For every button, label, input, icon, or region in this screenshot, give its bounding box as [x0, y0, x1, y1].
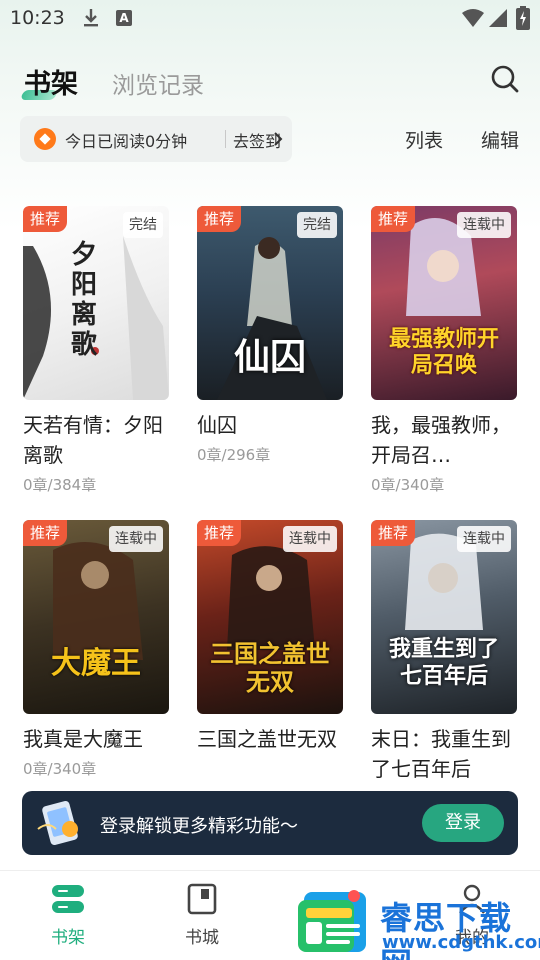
book-cover[interactable]: 大魔王 推荐 连载中 [23, 520, 169, 714]
cover-title-text: 仙囚 [233, 336, 306, 378]
banner-text: 登录解锁更多精彩功能～ [100, 816, 298, 837]
book-chapters: 0章/296章 [197, 446, 271, 464]
edit-button[interactable]: 编辑 [481, 126, 519, 153]
book-cover[interactable]: 夕阳离歌 推荐 完结 [23, 206, 169, 400]
recommend-tag: 推荐 [23, 206, 68, 232]
cover-title-text: 三国之盖世无双 [210, 639, 330, 696]
book-cover[interactable]: 最强教师开局召唤 推荐 连载中 [371, 206, 517, 400]
battery-icon [516, 6, 530, 30]
list-view-button[interactable]: 列表 [405, 126, 443, 153]
status-bar: 10:23 A [0, 0, 540, 38]
bookstore-icon [187, 883, 217, 915]
tab-bookshelf[interactable]: 书架 [24, 62, 78, 101]
app-notification-icon: A [116, 10, 132, 26]
recommend-tag: 推荐 [371, 520, 416, 546]
watermark-url: www.cdgthk.com [382, 932, 540, 953]
chevron-right-icon [274, 132, 283, 146]
signal-icon [489, 9, 507, 27]
shelf-header: 书架 浏览记录 [0, 56, 540, 106]
book-title: 仙囚 [197, 413, 237, 437]
status-badge: 连载中 [283, 526, 337, 552]
book-chapters: 0章/340章 [23, 760, 97, 778]
book-card[interactable]: 三国之盖世无双 推荐 连载中 三国之盖世无双 [197, 520, 343, 758]
nav-label-bookshelf: 书架 [51, 928, 85, 948]
nav-label-bookstore: 书城 [185, 928, 219, 948]
reward-coin-icon [34, 128, 56, 150]
reading-time-bar: 今日已阅读0分钟 去签到 [20, 116, 292, 162]
recommend-tag: 推荐 [197, 206, 242, 232]
reading-time-text: 今日已阅读0分钟 [65, 132, 188, 151]
cover-title-text: 我重生到了七百年后 [388, 636, 499, 689]
status-time: 10:23 [10, 7, 65, 29]
status-badge: 连载中 [457, 212, 511, 238]
book-cover[interactable]: 仙囚 推荐 完结 [197, 206, 343, 400]
book-card[interactable]: 仙囚 推荐 完结 仙囚 0章/296章 [197, 206, 343, 465]
nav-item-bookshelf[interactable]: 书架 [28, 883, 108, 948]
recommend-tag: 推荐 [197, 520, 242, 546]
login-promo-banner[interactable]: 登录解锁更多精彩功能～ 登录 [22, 791, 518, 855]
tab-browse-history[interactable]: 浏览记录 [112, 66, 204, 100]
book-chapters: 0章/340章 [371, 476, 445, 494]
cover-title-text: 夕阳离歌 [70, 240, 97, 360]
watermark-logo-icon [298, 890, 366, 952]
search-icon[interactable] [490, 64, 520, 94]
status-badge: 完结 [297, 212, 337, 238]
book-title: 三国之盖世无双 [197, 727, 337, 751]
book-title: 天若有情：夕阳离歌 [23, 413, 163, 467]
recommend-tag: 推荐 [23, 520, 68, 546]
cover-title-text: 最强教师开局召唤 [388, 326, 499, 378]
status-badge: 完结 [123, 212, 163, 238]
book-title: 我真是大魔王 [23, 727, 143, 751]
book-title: 我，最强教师，开局召… [371, 413, 511, 467]
recommend-tag: 推荐 [371, 206, 416, 232]
bookshelf-icon [52, 885, 84, 913]
download-icon [84, 9, 98, 27]
nav-item-bookstore[interactable]: 书城 [162, 883, 242, 948]
book-card[interactable]: 大魔王 推荐 连载中 我真是大魔王 0章/340章 [23, 520, 169, 779]
status-badge: 连载中 [109, 526, 163, 552]
book-chapters: 0章/384章 [23, 476, 97, 494]
book-title: 末日：我重生到了七百年后 [371, 727, 511, 781]
status-badge: 连载中 [457, 526, 511, 552]
phone-illustration-icon [37, 800, 78, 846]
login-button[interactable]: 登录 [422, 804, 504, 842]
divider [225, 130, 226, 148]
book-cover[interactable]: 三国之盖世无双 推荐 连载中 [197, 520, 343, 714]
cover-title-text: 大魔王 [51, 646, 141, 681]
book-cover[interactable]: 我重生到了七百年后 推荐 连载中 [371, 520, 517, 714]
book-card[interactable]: 夕阳离歌 推荐 完结 天若有情：夕阳离歌 0章/384章 [23, 206, 169, 495]
book-card[interactable]: 我重生到了七百年后 推荐 连载中 末日：我重生到了七百年后 [371, 520, 517, 788]
book-card[interactable]: 最强教师开局召唤 推荐 连载中 我，最强教师，开局召… 0章/340章 [371, 206, 517, 495]
wifi-icon [462, 9, 484, 27]
